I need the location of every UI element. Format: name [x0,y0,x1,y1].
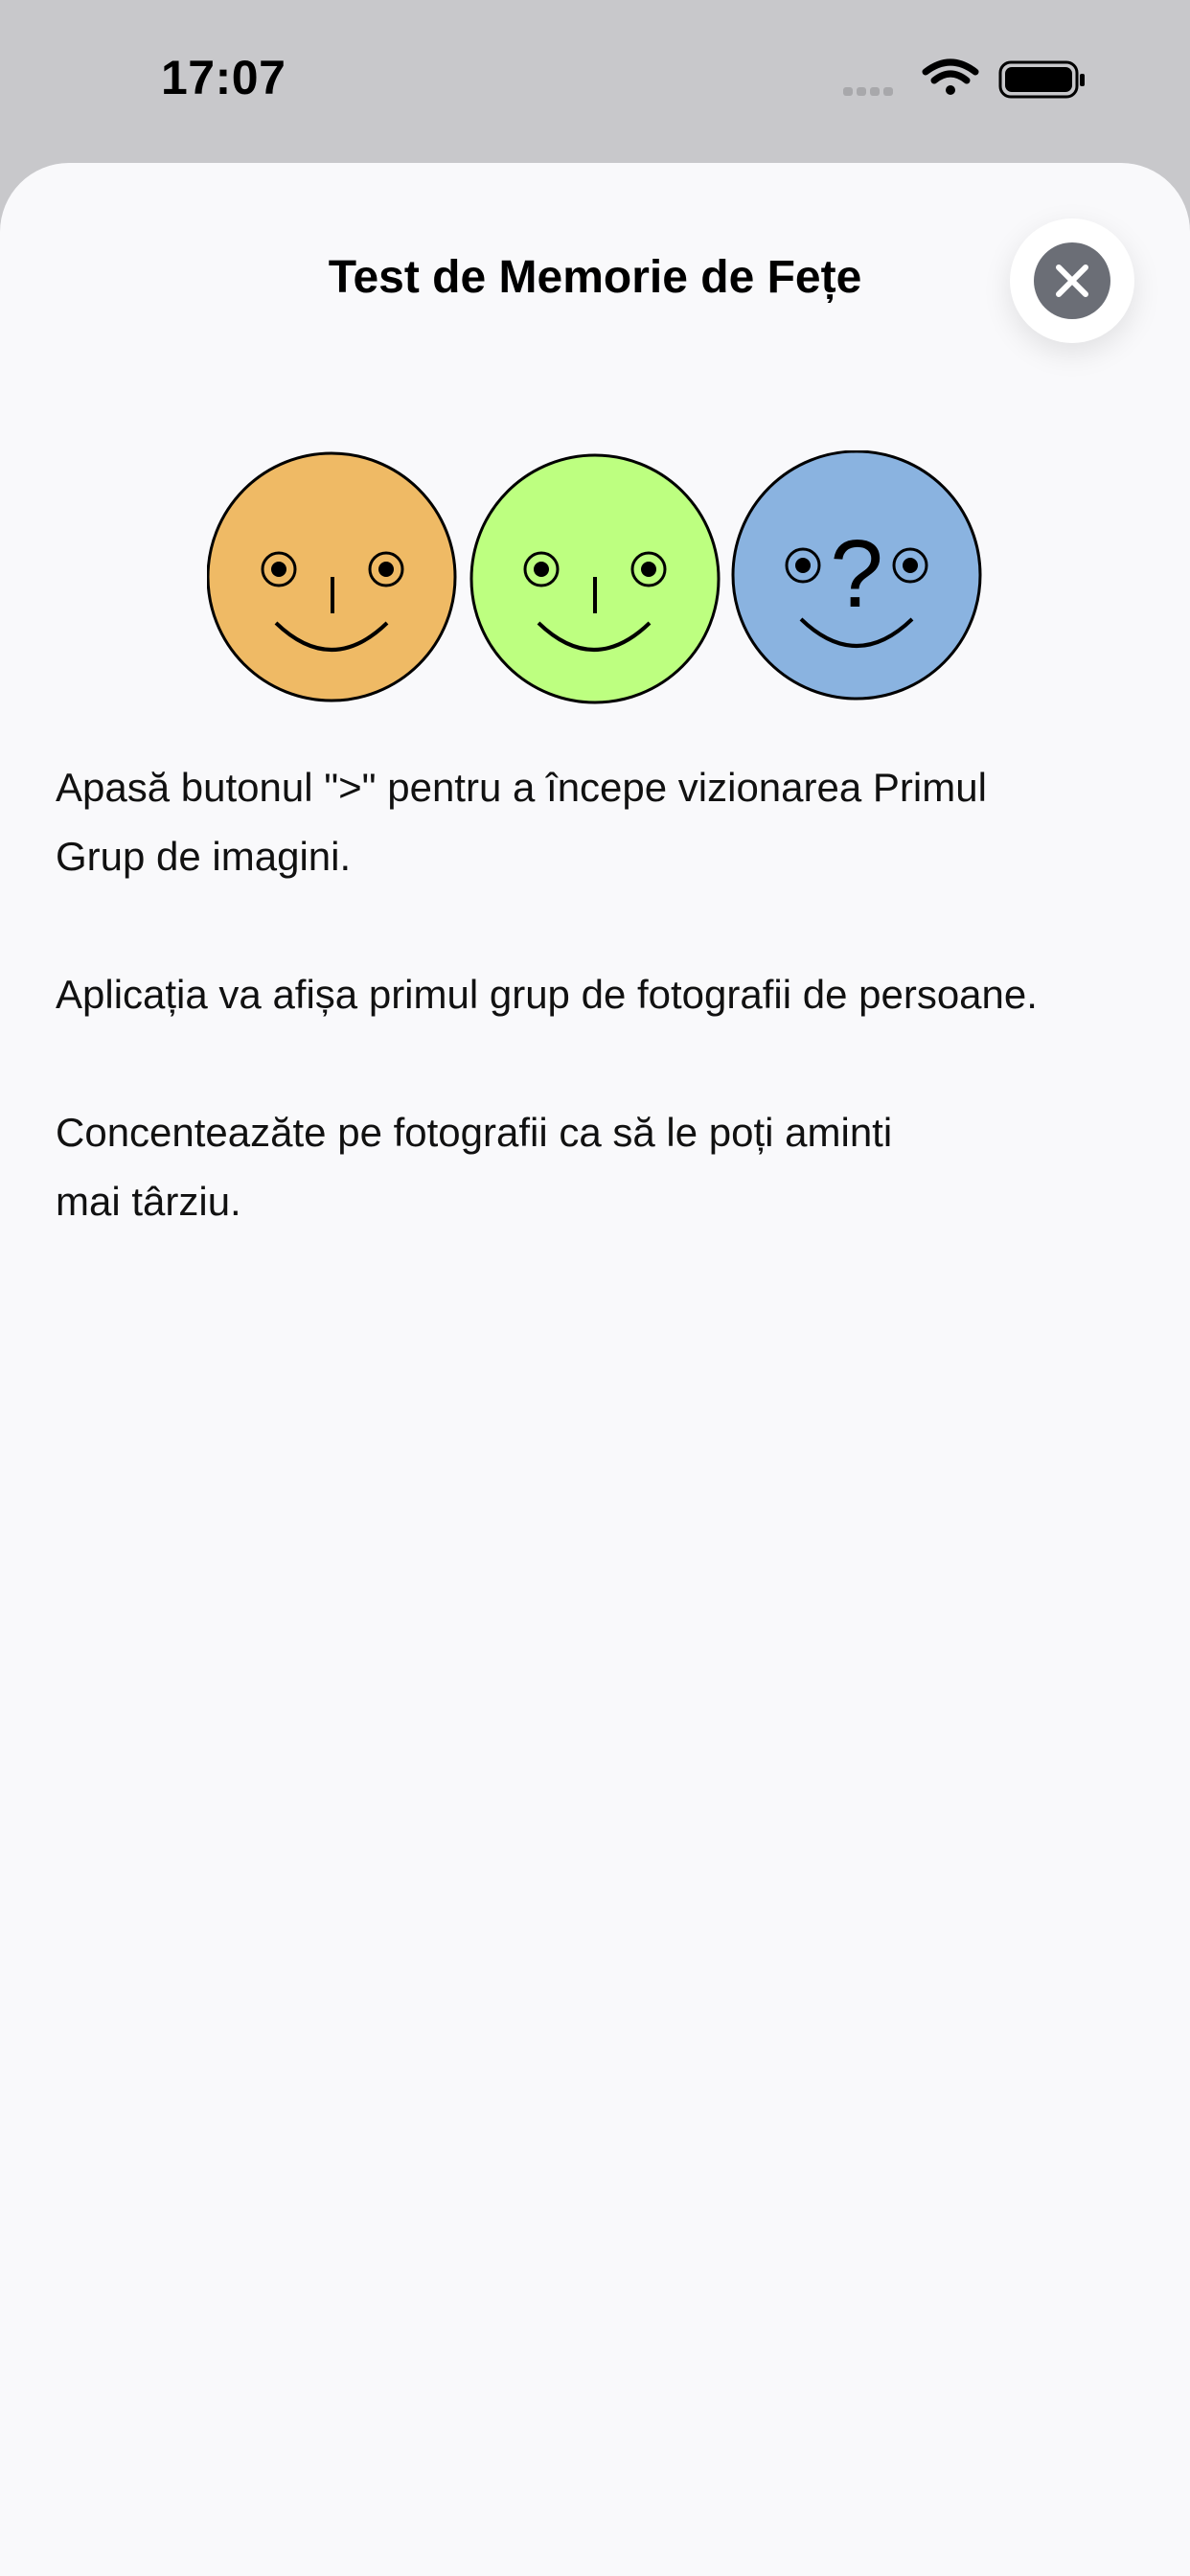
instruction-line: Apasă butonul ">" pentru a începe vizion… [56,765,987,810]
instruction-line: mai târziu. [56,1179,241,1224]
cellular-signal-icon [843,87,893,96]
status-time: 17:07 [161,51,286,104]
instruction-line: Aplicația va afișa primul grup de fotogr… [56,972,1038,1017]
battery-icon [998,60,1085,99]
status-icons [843,58,1085,99]
status-bar: 17:07 [0,0,1190,163]
question-mark: ? [830,520,883,628]
instruction-paragraph-1: Apasă butonul ">" pentru a începe vizion… [56,753,1148,891]
instruction-line: Concentează­te pe fotografii ca să le po… [56,1110,893,1155]
instruction-paragraph-2: Aplicația va afișa primul grup de fotogr… [56,960,1148,1029]
face-green-icon [469,453,721,704]
instruction-line: Grup de imagini. [56,834,352,879]
instructions-text: Apasă butonul ">" pentru a începe vizion… [56,753,1148,1305]
faces-illustration: ? [207,450,982,704]
instruction-paragraph-3: Concentează­te pe fotografii ca să le po… [56,1098,1148,1236]
close-button[interactable] [1010,218,1134,343]
face-orange-icon [207,451,457,702]
wifi-icon [922,58,979,95]
face-blue-question-icon: ? [731,450,982,701]
close-icon [1034,242,1110,319]
